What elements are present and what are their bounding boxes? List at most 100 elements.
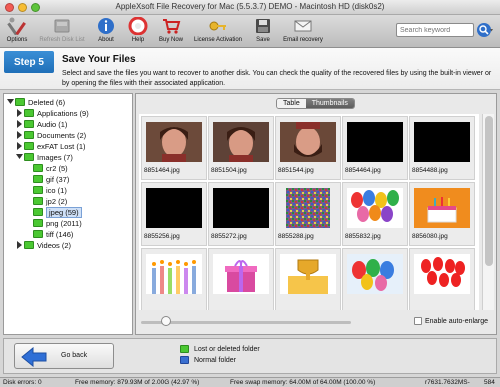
content-panel: Table Thumbnails 8851464.jpg 8851504.jpg (135, 93, 497, 335)
lost-folder-icon (33, 208, 43, 216)
thumbnail-image (414, 122, 470, 162)
envelope-icon (294, 20, 312, 32)
thumbnail-image (280, 122, 336, 162)
thumbnail-image (414, 188, 470, 228)
disclosure-open-icon[interactable] (16, 153, 23, 161)
save-disk-icon (256, 19, 270, 33)
tree-item-png[interactable]: png (2011) (33, 218, 82, 228)
tree-item-images[interactable]: Images (7) (16, 152, 73, 162)
tree-item-jp2[interactable]: jp2 (2) (33, 196, 67, 206)
thumbnail-image (280, 254, 336, 294)
vertical-scrollbar[interactable] (482, 114, 494, 310)
thumbnail-item[interactable]: 8851464.jpg (141, 116, 207, 180)
slider-knob[interactable] (161, 316, 171, 326)
view-switcher: Table Thumbnails (276, 98, 355, 109)
disclosure-closed-icon[interactable] (16, 142, 23, 150)
tree-item-gif[interactable]: gif (37) (33, 174, 69, 184)
thumbnail-item[interactable] (141, 248, 207, 310)
thumbnail-item[interactable]: 8855288.jpg (275, 182, 341, 246)
lost-folder-icon (24, 109, 34, 117)
auto-enlarge-option[interactable]: Enable auto-enlarge (414, 317, 488, 325)
thumbnail-item[interactable] (342, 248, 408, 310)
thumbnail-image (347, 254, 403, 294)
lost-folder-icon (24, 142, 34, 150)
auto-enlarge-checkbox[interactable] (414, 317, 422, 325)
tree-item-deleted[interactable]: Deleted (6) (7, 97, 65, 107)
status-number: 584 (484, 379, 495, 386)
lost-folder-icon (33, 197, 43, 205)
scrollbar-thumb[interactable] (485, 116, 493, 266)
thumbnail-size-slider[interactable] (141, 321, 351, 324)
tree-item-cr2[interactable]: cr2 (5) (33, 163, 68, 173)
auto-enlarge-label: Enable auto-enlarge (425, 317, 489, 325)
tree-item-applications[interactable]: Applications (9) (16, 108, 89, 118)
tree-item-ico[interactable]: ico (1) (33, 185, 67, 195)
thumbnail-image (146, 254, 202, 294)
step-banner: Step 5 Save Your Files Select and save t… (0, 48, 500, 90)
bottom-panel: Go back Lost or deleted folder Normal fo… (3, 338, 497, 374)
tree-item-videos[interactable]: Videos (2) (16, 240, 71, 250)
normal-folder-icon (180, 356, 189, 364)
key-icon (209, 21, 226, 31)
thumbnail-item[interactable]: 8854464.jpg (342, 116, 408, 180)
thumbnail-item[interactable]: 8855256.jpg (141, 182, 207, 246)
legend-normal-folder: Normal folder (180, 356, 260, 364)
about-button[interactable]: About (94, 17, 118, 43)
disclosure-closed-icon[interactable] (16, 120, 23, 128)
thumbnail-image (213, 254, 269, 294)
thumbnail-item[interactable] (275, 248, 341, 310)
disk-refresh-icon (54, 19, 70, 33)
tab-thumbnails[interactable]: Thumbnails (305, 99, 354, 108)
toolbar: Options Refresh Disk List About Help Buy… (0, 15, 500, 48)
thumbnail-item[interactable] (208, 248, 274, 310)
tree-item-exfat-lost[interactable]: exFAT Lost (1) (16, 141, 86, 151)
tools-icon (7, 17, 26, 35)
save-button[interactable]: Save (252, 17, 274, 43)
status-bar: Disk errors: 0 Free memory: 879.93M of 2… (0, 377, 500, 387)
disclosure-closed-icon[interactable] (16, 109, 23, 117)
info-icon (98, 18, 114, 34)
lost-folder-icon (24, 153, 34, 161)
thumbnail-image (213, 188, 269, 228)
disclosure-closed-icon[interactable] (16, 241, 23, 249)
email-recovery-button[interactable]: Email recovery (280, 17, 326, 43)
search-input[interactable] (396, 23, 474, 37)
thumbnail-image (213, 122, 269, 162)
disclosure-closed-icon[interactable] (16, 131, 23, 139)
lost-folder-icon (180, 345, 189, 353)
tree-item-audio[interactable]: Audio (1) (16, 119, 67, 129)
step-title: Save Your Files (62, 54, 136, 65)
thumbnail-item[interactable]: 8851504.jpg (208, 116, 274, 180)
help-lifebuoy-icon (128, 17, 148, 35)
thumbnail-image (414, 254, 470, 294)
refresh-disk-list-button[interactable]: Refresh Disk List (36, 17, 88, 43)
thumbnail-item[interactable]: 8851544.jpg (275, 116, 341, 180)
help-button[interactable]: Help (128, 17, 148, 43)
tree-item-tiff[interactable]: tiff (146) (33, 229, 73, 239)
tree-item-jpeg[interactable]: jpeg (59) (33, 206, 82, 218)
lost-folder-icon (33, 164, 43, 172)
tab-table[interactable]: Table (277, 99, 306, 108)
thumbnail-item[interactable]: 8854488.jpg (409, 116, 475, 180)
buy-now-button[interactable]: Buy Now (156, 17, 186, 43)
search-icon[interactable] (476, 22, 494, 38)
status-disk-errors: Disk errors: 0 (3, 379, 42, 386)
folder-tree[interactable]: Deleted (6) Applications (9) Audio (1) D… (3, 93, 133, 335)
lost-folder-icon (24, 120, 34, 128)
lost-folder-icon (33, 186, 43, 194)
tree-item-documents[interactable]: Documents (2) (16, 130, 86, 140)
lost-folder-icon (33, 175, 43, 183)
thumbnail-item[interactable]: 8856080.jpg (409, 182, 475, 246)
thumbnail-item[interactable]: 8855272.jpg (208, 182, 274, 246)
lost-folder-icon (33, 230, 43, 238)
thumbnail-grid: 8851464.jpg 8851504.jpg 8851544.jpg 8854… (139, 114, 479, 310)
thumbnail-item[interactable]: 8855832.jpg (342, 182, 408, 246)
back-arrow-icon (21, 347, 47, 367)
go-back-button[interactable]: Go back (14, 343, 114, 369)
disclosure-open-icon[interactable] (7, 98, 14, 106)
window-title: AppleXsoft File Recovery for Mac (5.5.3.… (115, 2, 385, 11)
options-button[interactable]: Options (4, 17, 30, 43)
license-activation-button[interactable]: License Activation (190, 17, 246, 43)
lost-folder-icon (33, 219, 43, 227)
thumbnail-item[interactable] (409, 248, 475, 310)
